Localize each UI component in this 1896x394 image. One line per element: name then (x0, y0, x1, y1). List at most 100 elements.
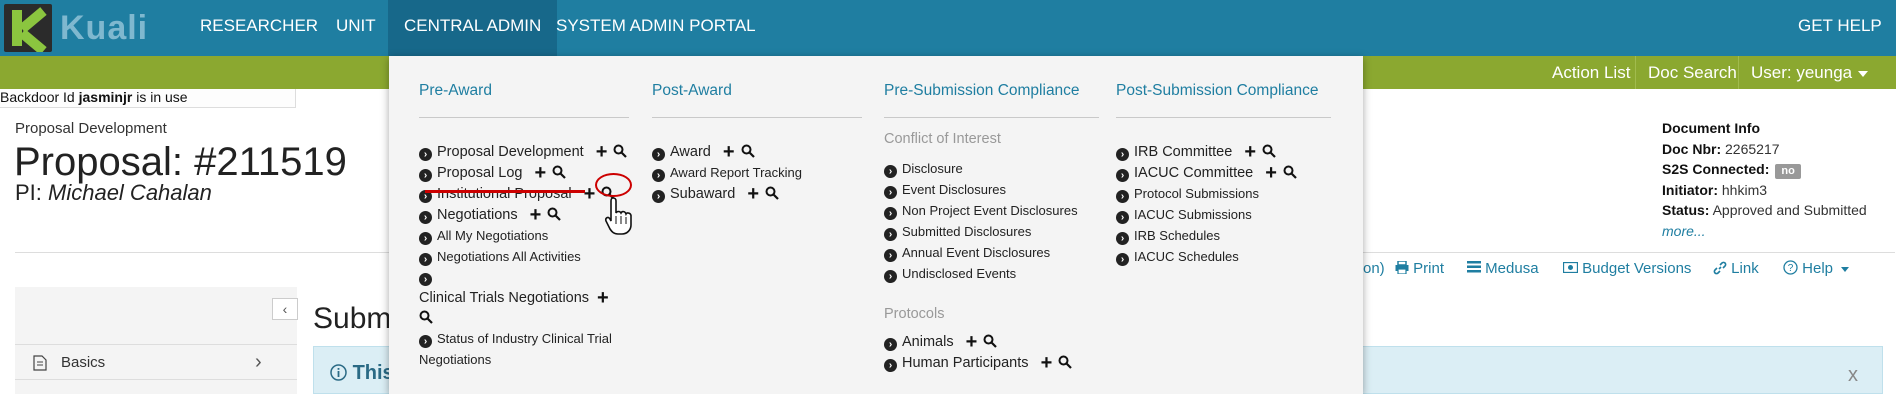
plus-icon[interactable]: + (723, 142, 735, 162)
user-menu-label: User: yeunga (1751, 63, 1853, 82)
post-submission-compliance-heading: Post-Submission Compliance (1116, 82, 1319, 99)
menu-item-disclosure[interactable]: › Disclosure (884, 159, 963, 179)
menu-item-iacuc-committee[interactable]: › IACUC Committee + (1116, 163, 1297, 183)
budget-versions-button[interactable]: Budget Versions (1562, 260, 1691, 280)
menu-item-animals[interactable]: › Animals + (884, 332, 998, 352)
docinfo-more-link[interactable]: more... (1662, 223, 1706, 239)
menu-item-irb-committee[interactable]: › IRB Committee + (1116, 142, 1276, 162)
principal-investigator: PI: Michael Cahalan (15, 180, 212, 206)
menu-item-proposal-log[interactable]: › Proposal Log + (419, 163, 566, 183)
search-icon[interactable] (1283, 165, 1297, 179)
chevron-circle-icon: › (419, 232, 432, 245)
menu-item-proposal-development[interactable]: › Proposal Development + (419, 142, 628, 162)
menu-item-negotiations[interactable]: › Negotiations + (419, 205, 562, 225)
plus-icon[interactable]: + (584, 184, 596, 204)
menu-item-annual-event-disclosures[interactable]: › Annual Event Disclosures (884, 243, 1050, 263)
toolbar-partial-item[interactable]: on) (1363, 260, 1385, 280)
search-icon[interactable] (741, 144, 755, 158)
sidebar-item-label: Basics (61, 354, 106, 371)
search-icon[interactable] (419, 310, 433, 324)
link-button[interactable]: Link (1713, 260, 1759, 280)
plus-icon[interactable]: + (1265, 163, 1277, 183)
link-label: Link (1731, 260, 1759, 277)
action-list-link[interactable]: Action List (1540, 56, 1642, 89)
menu-item-label: Animals (902, 334, 954, 350)
plus-icon[interactable]: + (530, 205, 542, 225)
nav-unit[interactable]: UNIT (320, 0, 392, 56)
medusa-button[interactable]: Medusa (1467, 260, 1539, 280)
menu-item-irb-schedules[interactable]: › IRB Schedules (1116, 226, 1220, 246)
search-icon[interactable] (547, 207, 562, 221)
nav-get-help[interactable]: GET HELP (1782, 0, 1896, 56)
menu-item-label: Non Project Event Disclosures (902, 203, 1078, 218)
menu-item-iacuc-submissions[interactable]: › IACUC Submissions (1116, 205, 1252, 225)
nav-system-admin-portal[interactable]: SYSTEM ADMIN PORTAL (540, 0, 772, 56)
annotation-underline (425, 190, 585, 193)
search-icon[interactable] (613, 144, 628, 158)
kuali-logo[interactable]: Kuali (4, 4, 148, 52)
clinical-trials-search[interactable] (419, 308, 433, 328)
menu-item-submitted-disclosures[interactable]: › Submitted Disclosures (884, 222, 1031, 242)
print-label: Print (1413, 260, 1445, 277)
menu-item-award[interactable]: › Award + (652, 142, 755, 162)
plus-icon[interactable]: + (596, 142, 608, 162)
chevron-circle-icon: › (652, 169, 665, 182)
menu-item-label: IRB Committee (1134, 144, 1233, 160)
menu-item-status-industry-clinical-trial-cont[interactable]: Negotiations (419, 350, 491, 370)
link-icon (1713, 261, 1727, 275)
plus-icon[interactable]: + (1244, 142, 1256, 162)
menu-item-status-industry-clinical-trial[interactable]: › Status of Industry Clinical Trial (419, 329, 612, 349)
plus-icon[interactable]: + (597, 288, 609, 308)
doc-nbr-value: 2265217 (1725, 140, 1780, 157)
menu-item-undisclosed-events[interactable]: › Undisclosed Events (884, 264, 1016, 284)
user-menu[interactable]: User: yeunga (1738, 56, 1880, 89)
chevron-circle-icon: › (884, 228, 897, 241)
plus-icon[interactable]: + (1041, 353, 1053, 373)
menu-item-label: Negotiations (419, 352, 492, 367)
menu-item-human-participants[interactable]: › Human Participants + (884, 353, 1073, 373)
menu-item-all-my-negotiations[interactable]: › All My Negotiations (419, 226, 548, 246)
doc-nbr-label: Doc Nbr: (1662, 140, 1722, 157)
menu-item-non-project-event-disclosures[interactable]: › Non Project Event Disclosures (884, 201, 1078, 221)
menu-item-label: IACUC Committee (1134, 165, 1254, 181)
info-alert-label: This (352, 362, 394, 384)
search-icon[interactable] (1262, 144, 1276, 158)
sidebar-item-basics[interactable]: Basics › (15, 344, 297, 380)
menu-item-institutional-proposal[interactable]: › Institutional Proposal + (419, 184, 616, 204)
print-button[interactable]: Print (1395, 260, 1444, 280)
nav-central-admin[interactable]: CENTRAL ADMIN (388, 0, 558, 56)
close-alert-button[interactable]: x (1848, 364, 1858, 387)
top-navigation-bar: Kuali RESEARCHER UNIT CENTRAL ADMIN SYST… (0, 0, 1896, 56)
chevron-circle-icon: › (884, 207, 897, 220)
doc-search-link[interactable]: Doc Search (1635, 56, 1749, 89)
help-dropdown[interactable]: ? Help (1783, 260, 1850, 280)
menu-item-award-report-tracking[interactable]: › Award Report Tracking (652, 163, 802, 183)
pi-label: PI: (15, 180, 49, 205)
menu-item-label: Proposal Development (437, 144, 584, 160)
search-icon[interactable] (552, 165, 566, 179)
menu-item-empty[interactable]: › (419, 267, 437, 287)
menu-item-subaward[interactable]: › Subaward + (652, 184, 779, 204)
plus-icon[interactable]: + (966, 332, 978, 352)
section-title: Subm (313, 302, 392, 335)
chevron-circle-icon: › (419, 211, 432, 224)
menu-item-protocol-submissions[interactable]: › Protocol Submissions (1116, 184, 1259, 204)
sidebar-collapse-button[interactable]: ‹ (272, 298, 298, 320)
chevron-circle-icon: › (419, 335, 432, 348)
menu-item-label: Status of Industry Clinical Trial (437, 331, 612, 346)
menu-item-label: Submitted Disclosures (902, 224, 1032, 239)
status-label: Status: (1662, 202, 1710, 218)
menu-item-clinical-trials-negotiations[interactable]: Clinical Trials Negotiations + (419, 288, 609, 308)
menu-item-negotiations-all-activities[interactable]: › Negotiations All Activities (419, 247, 581, 267)
menu-item-event-disclosures[interactable]: › Event Disclosures (884, 180, 1006, 200)
search-icon[interactable] (983, 334, 998, 348)
plus-icon[interactable]: + (747, 184, 759, 204)
search-icon[interactable] (765, 186, 779, 200)
docinfo-heading: Document Info (1662, 120, 1760, 136)
chevron-circle-icon: › (884, 338, 897, 351)
search-icon[interactable] (1058, 355, 1073, 369)
nav-researcher[interactable]: RESEARCHER (184, 0, 334, 56)
plus-icon[interactable]: + (534, 163, 546, 183)
menu-item-iacuc-schedules[interactable]: › IACUC Schedules (1116, 247, 1239, 267)
chevron-circle-icon: › (1116, 148, 1129, 161)
